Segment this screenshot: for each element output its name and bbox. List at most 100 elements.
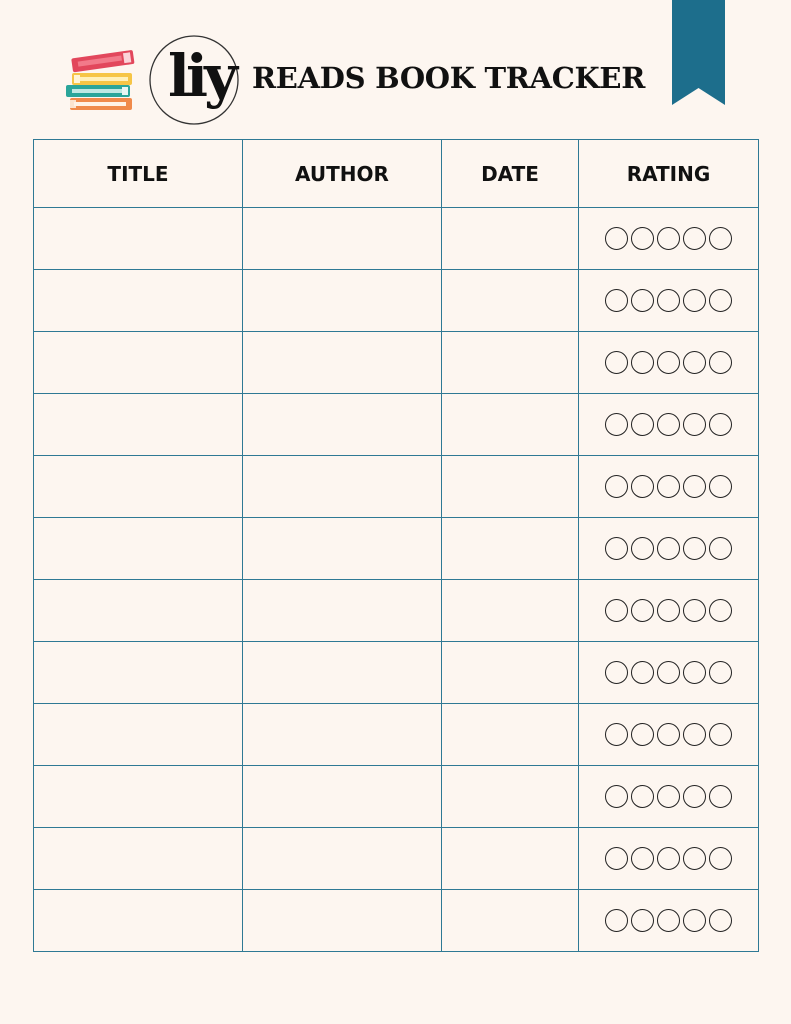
rating-circle[interactable] (683, 785, 706, 808)
rating-circle[interactable] (683, 413, 706, 436)
author-cell[interactable] (242, 641, 442, 704)
rating-circle[interactable] (631, 599, 654, 622)
rating-circle[interactable] (605, 723, 628, 746)
author-cell[interactable] (242, 579, 442, 642)
rating-circle[interactable] (683, 537, 706, 560)
rating-circle[interactable] (605, 351, 628, 374)
date-cell[interactable] (441, 765, 579, 828)
rating-cell (578, 393, 759, 456)
author-cell[interactable] (242, 331, 442, 394)
date-cell[interactable] (441, 331, 579, 394)
rating-circle[interactable] (657, 289, 680, 312)
rating-circle[interactable] (631, 413, 654, 436)
date-cell[interactable] (441, 269, 579, 332)
author-cell[interactable] (242, 889, 442, 952)
author-cell[interactable] (242, 703, 442, 766)
date-cell[interactable] (441, 207, 579, 270)
title-cell[interactable] (33, 703, 243, 766)
rating-circle[interactable] (709, 723, 732, 746)
title-cell[interactable] (33, 889, 243, 952)
title-cell[interactable] (33, 765, 243, 828)
rating-circle[interactable] (657, 661, 680, 684)
date-cell[interactable] (441, 455, 579, 518)
rating-circle[interactable] (709, 537, 732, 560)
date-cell[interactable] (441, 579, 579, 642)
rating-circles (605, 661, 732, 684)
rating-circle[interactable] (605, 661, 628, 684)
rating-circle[interactable] (709, 227, 732, 250)
rating-circle[interactable] (683, 599, 706, 622)
title-cell[interactable] (33, 579, 243, 642)
rating-circle[interactable] (657, 475, 680, 498)
author-cell[interactable] (242, 207, 442, 270)
rating-circle[interactable] (683, 289, 706, 312)
rating-circle[interactable] (683, 475, 706, 498)
rating-circle[interactable] (631, 723, 654, 746)
rating-circle[interactable] (605, 599, 628, 622)
rating-circle[interactable] (657, 847, 680, 870)
rating-circle[interactable] (631, 475, 654, 498)
rating-circle[interactable] (657, 537, 680, 560)
rating-circle[interactable] (683, 661, 706, 684)
author-cell[interactable] (242, 393, 442, 456)
rating-circle[interactable] (709, 289, 732, 312)
rating-circle[interactable] (657, 723, 680, 746)
rating-circle[interactable] (631, 909, 654, 932)
author-cell[interactable] (242, 765, 442, 828)
rating-circle[interactable] (631, 289, 654, 312)
title-cell[interactable] (33, 455, 243, 518)
title-cell[interactable] (33, 331, 243, 394)
rating-circle[interactable] (657, 909, 680, 932)
rating-circle[interactable] (683, 723, 706, 746)
title-cell[interactable] (33, 207, 243, 270)
rating-circle[interactable] (631, 847, 654, 870)
rating-circle[interactable] (605, 475, 628, 498)
author-cell[interactable] (242, 455, 442, 518)
rating-circle[interactable] (657, 413, 680, 436)
rating-circle[interactable] (709, 475, 732, 498)
rating-circle[interactable] (709, 661, 732, 684)
title-cell[interactable] (33, 641, 243, 704)
rating-circle[interactable] (709, 351, 732, 374)
rating-circle[interactable] (631, 785, 654, 808)
date-cell[interactable] (441, 641, 579, 704)
rating-circle[interactable] (709, 909, 732, 932)
rating-circle[interactable] (657, 599, 680, 622)
rating-circle[interactable] (631, 661, 654, 684)
bookmark-ribbon-icon (672, 0, 725, 105)
date-cell[interactable] (441, 517, 579, 580)
rating-circle[interactable] (605, 227, 628, 250)
rating-circle[interactable] (657, 351, 680, 374)
title-cell[interactable] (33, 393, 243, 456)
title-cell[interactable] (33, 827, 243, 890)
rating-circle[interactable] (709, 847, 732, 870)
rating-circle[interactable] (683, 847, 706, 870)
title-cell[interactable] (33, 269, 243, 332)
rating-circle[interactable] (709, 599, 732, 622)
author-cell[interactable] (242, 269, 442, 332)
rating-circle[interactable] (605, 785, 628, 808)
author-cell[interactable] (242, 517, 442, 580)
rating-circle[interactable] (683, 909, 706, 932)
rating-circle[interactable] (709, 785, 732, 808)
rating-circle[interactable] (683, 351, 706, 374)
date-cell[interactable] (441, 827, 579, 890)
date-cell[interactable] (441, 889, 579, 952)
table-row (33, 703, 759, 766)
rating-circle[interactable] (657, 785, 680, 808)
rating-circle[interactable] (631, 351, 654, 374)
rating-circle[interactable] (709, 413, 732, 436)
rating-circle[interactable] (631, 537, 654, 560)
rating-circle[interactable] (605, 413, 628, 436)
date-cell[interactable] (441, 703, 579, 766)
rating-circle[interactable] (605, 289, 628, 312)
rating-circle[interactable] (605, 847, 628, 870)
rating-circle[interactable] (631, 227, 654, 250)
title-cell[interactable] (33, 517, 243, 580)
rating-circle[interactable] (605, 537, 628, 560)
date-cell[interactable] (441, 393, 579, 456)
author-cell[interactable] (242, 827, 442, 890)
rating-circle[interactable] (605, 909, 628, 932)
rating-circle[interactable] (657, 227, 680, 250)
rating-circle[interactable] (683, 227, 706, 250)
